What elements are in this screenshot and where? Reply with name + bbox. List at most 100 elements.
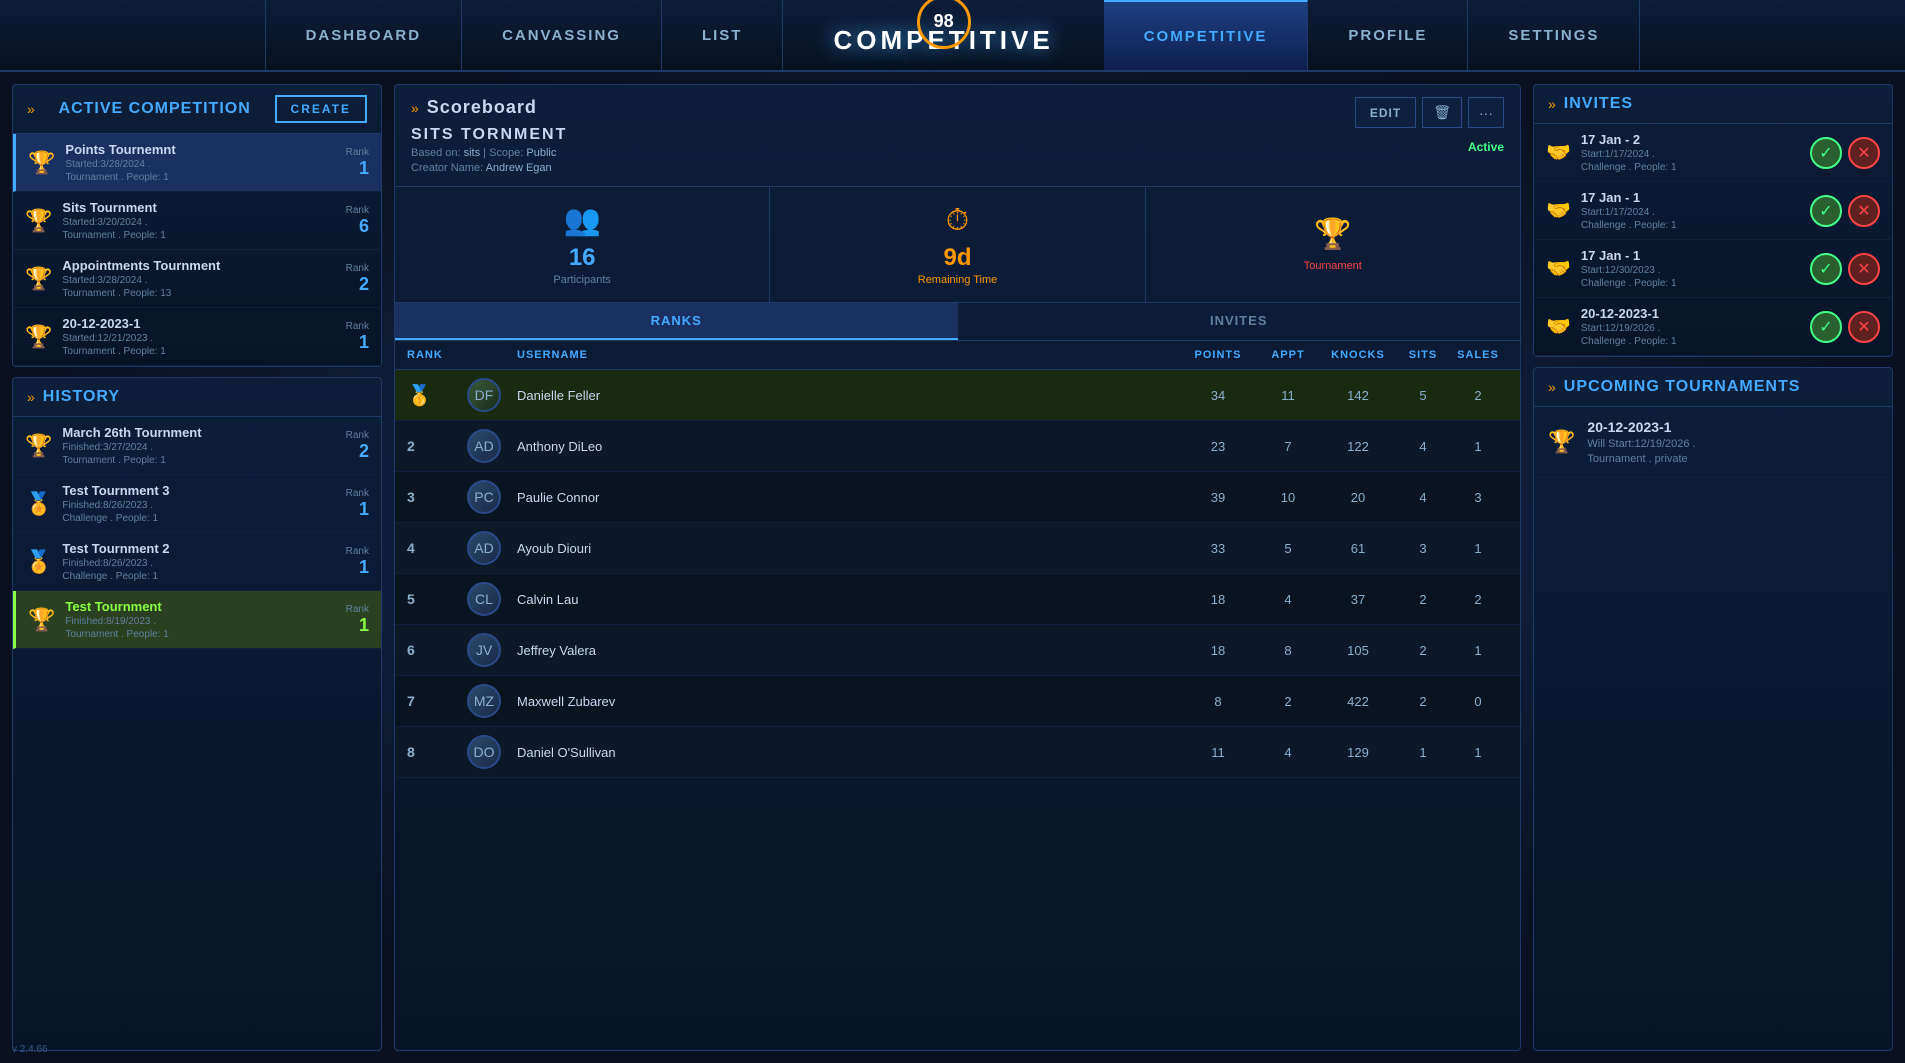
nav-dashboard[interactable]: DASHBOARD: [265, 0, 463, 70]
tournament-name: Points Tournemnt: [65, 142, 335, 157]
upcoming-type: Tournament . private: [1587, 453, 1878, 465]
decline-invite-button[interactable]: ✕: [1848, 195, 1880, 227]
table-body: 🥇 DF Danielle Feller 34 11 142 5 2: [395, 370, 1520, 1050]
username-cell: Danielle Feller: [517, 388, 1178, 403]
sales-cell: 1: [1448, 745, 1508, 760]
history-info: March 26th Tournment Finished:3/27/2024 …: [62, 425, 335, 466]
invite-actions: ✓ ✕: [1810, 253, 1880, 285]
history-title: History: [43, 388, 120, 406]
invite-type: Challenge . People: 1: [1581, 162, 1800, 173]
table-row[interactable]: 8 DO Daniel O'Sullivan 11 4 129 1 1: [395, 727, 1520, 778]
rank-cell: 6: [407, 642, 467, 658]
delete-button[interactable]: 🗑: [1422, 97, 1462, 128]
list-item[interactable]: 🏆 20-12-2023-1 Started:12/21/2023 . Tour…: [13, 308, 381, 366]
invites-header: » Invites: [1534, 85, 1892, 124]
invite-name: 17 Jan - 1: [1581, 190, 1800, 205]
decline-invite-button[interactable]: ✕: [1848, 137, 1880, 169]
rank-cell: 3: [407, 489, 467, 505]
nav-list[interactable]: LIST: [662, 0, 784, 70]
trophy-icon: 🏆: [28, 607, 55, 633]
table-row[interactable]: 5 CL Calvin Lau 18 4 37 2 2: [395, 574, 1520, 625]
sits-cell: 2: [1398, 694, 1448, 709]
invite-icon: 🤝: [1546, 140, 1571, 165]
tournament-meta: Started:3/28/2024 .: [65, 159, 335, 170]
decline-invite-button[interactable]: ✕: [1848, 253, 1880, 285]
tournament-type: Tournament . People: 13: [62, 288, 335, 299]
tournament-icon: 🏆: [1314, 217, 1351, 252]
nav-canvassing[interactable]: CANVASSING: [462, 0, 662, 70]
list-item[interactable]: 🏅 Test Tournment 3 Finished:8/26/2023 . …: [13, 475, 381, 533]
rank-cell: 4: [407, 540, 467, 556]
nav-competitive[interactable]: COMPETITIVE: [1104, 0, 1309, 70]
list-item[interactable]: 🏆 March 26th Tournment Finished:3/27/202…: [13, 417, 381, 475]
center-panel: » Scoreboard SITS TORNMENT Based on: sit…: [394, 84, 1521, 1051]
invite-actions: ✓ ✕: [1810, 311, 1880, 343]
rank-cell: 5: [407, 591, 467, 607]
sales-cell: 0: [1448, 694, 1508, 709]
invites-list: 🤝 17 Jan - 2 Start:1/17/2024 . Challenge…: [1534, 124, 1892, 356]
invite-name: 17 Jan - 1: [1581, 248, 1800, 263]
history-name: Test Tournment: [65, 599, 335, 614]
upcoming-item[interactable]: 🏆 20-12-2023-1 Will Start:12/19/2026 . T…: [1534, 407, 1892, 478]
participants-stat: 👥 16 Participants: [395, 187, 770, 302]
avatar: AD: [467, 429, 501, 463]
history-meta: Finished:3/27/2024 .: [62, 442, 335, 453]
invite-type: Challenge . People: 1: [1581, 220, 1800, 231]
invite-name: 17 Jan - 2: [1581, 132, 1800, 147]
avatar-cell: AD: [467, 531, 517, 565]
username-cell: Calvin Lau: [517, 592, 1178, 607]
table-row[interactable]: 4 AD Ayoub Diouri 33 5 61 3 1: [395, 523, 1520, 574]
history-rank: Rank 1: [346, 546, 369, 578]
tab-ranks[interactable]: Ranks: [395, 303, 958, 340]
upcoming-title: Upcoming tournaments: [1564, 378, 1801, 396]
chevron-icon: »: [1548, 96, 1556, 112]
trophy-icon: 🏅: [25, 549, 52, 575]
points-cell: 34: [1178, 388, 1258, 403]
tab-invites[interactable]: Invites: [958, 303, 1521, 340]
history-type: Challenge . People: 1: [62, 571, 335, 582]
points-cell: 23: [1178, 439, 1258, 454]
list-item[interactable]: 🏆 Points Tournemnt Started:3/28/2024 . T…: [13, 134, 381, 192]
decline-invite-button[interactable]: ✕: [1848, 311, 1880, 343]
points-cell: 11: [1178, 745, 1258, 760]
history-meta: Finished:8/26/2023 .: [62, 558, 335, 569]
accept-invite-button[interactable]: ✓: [1810, 311, 1842, 343]
history-rank: Rank 2: [346, 430, 369, 462]
active-competition-panel: » Active Competition CREATE 🏆 Points Tou…: [12, 84, 382, 367]
avatar-cell: DO: [467, 735, 517, 769]
table-row[interactable]: 2 AD Anthony DiLeo 23 7 122 4 1: [395, 421, 1520, 472]
accept-invite-button[interactable]: ✓: [1810, 137, 1842, 169]
table-row[interactable]: 🥇 DF Danielle Feller 34 11 142 5 2: [395, 370, 1520, 421]
nav-profile[interactable]: PROFILE: [1308, 0, 1468, 70]
tournament-name: 20-12-2023-1: [62, 316, 335, 331]
avatar-cell: DF: [467, 378, 517, 412]
more-button[interactable]: ···: [1468, 97, 1504, 128]
points-cell: 18: [1178, 643, 1258, 658]
accept-invite-button[interactable]: ✓: [1810, 253, 1842, 285]
create-button[interactable]: CREATE: [275, 95, 367, 123]
invites-title: Invites: [1564, 95, 1633, 113]
chevron-icon: »: [27, 389, 35, 405]
edit-button[interactable]: EDIT: [1355, 97, 1416, 128]
participants-icon: 👥: [563, 203, 600, 238]
table-row[interactable]: 6 JV Jeffrey Valera 18 8 105 2 1: [395, 625, 1520, 676]
sales-cell: 1: [1448, 541, 1508, 556]
accept-invite-button[interactable]: ✓: [1810, 195, 1842, 227]
tournament-info: Points Tournemnt Started:3/28/2024 . Tou…: [65, 142, 335, 183]
scoreboard-body: RANK USERNAME POINTS APPT KNOCKS SITS SA…: [395, 341, 1520, 1050]
list-item[interactable]: 🏆 Test Tournment Finished:8/19/2023 . To…: [13, 591, 381, 649]
tournament-creator: Creator Name: Andrew Egan: [411, 162, 567, 174]
points-cell: 18: [1178, 592, 1258, 607]
sits-cell: 5: [1398, 388, 1448, 403]
upcoming-tournaments-panel: » Upcoming tournaments 🏆 20-12-2023-1 Wi…: [1533, 367, 1893, 1051]
avatar: DF: [467, 378, 501, 412]
avatar-cell: PC: [467, 480, 517, 514]
sales-cell: 3: [1448, 490, 1508, 505]
top-navigation: DASHBOARD CANVASSING LIST 98 COMPETITIVE…: [0, 0, 1905, 72]
table-row[interactable]: 3 PC Paulie Connor 39 10 20 4 3: [395, 472, 1520, 523]
list-item[interactable]: 🏆 Sits Tournment Started:3/20/2024 . Tou…: [13, 192, 381, 250]
list-item[interactable]: 🏅 Test Tournment 2 Finished:8/26/2023 . …: [13, 533, 381, 591]
table-row[interactable]: 7 MZ Maxwell Zubarev 8 2 422 2 0: [395, 676, 1520, 727]
nav-settings[interactable]: SETTINGS: [1468, 0, 1640, 70]
list-item[interactable]: 🏆 Appointments Tournment Started:3/28/20…: [13, 250, 381, 308]
